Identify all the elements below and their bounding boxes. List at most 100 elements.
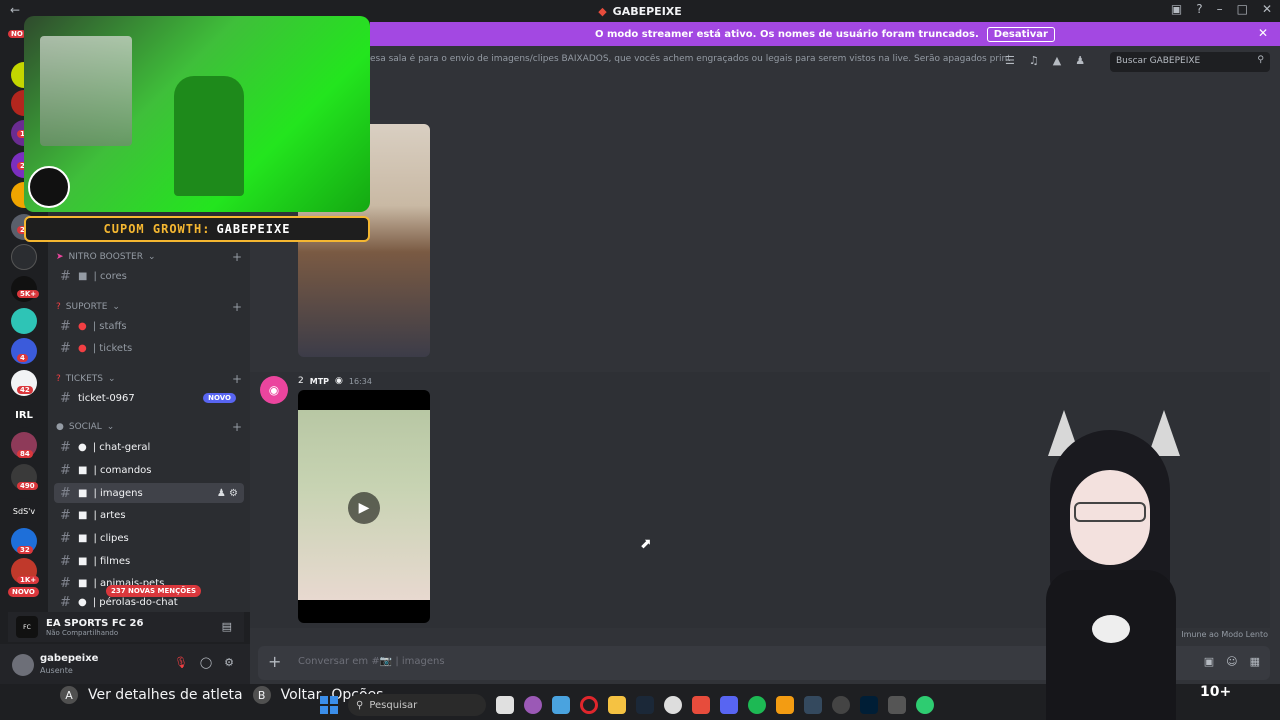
game-activity-panel[interactable]: FC EA SPORTS FC 26 Não Compartilhando ▤ bbox=[8, 612, 244, 642]
search-input[interactable]: Buscar GABEPEIXE ⚲ bbox=[1110, 52, 1270, 72]
film-icon: ■ bbox=[78, 532, 88, 544]
server-icon-sdsv[interactable]: SdS'v bbox=[11, 498, 37, 524]
emoji-icon: ■ bbox=[78, 270, 88, 282]
taskbar-search[interactable]: ⚲ Pesquisar bbox=[348, 694, 486, 716]
bell-icon[interactable]: ♫ bbox=[1029, 54, 1039, 67]
webcam-chair bbox=[174, 76, 244, 196]
folder-icon[interactable] bbox=[608, 696, 626, 714]
composer-actions: ▣ ☺ ▦ bbox=[1204, 655, 1260, 668]
screen-share-icon[interactable]: ▤ bbox=[222, 620, 232, 633]
hash-icon: # bbox=[60, 485, 71, 501]
windows-start-icon[interactable] bbox=[320, 696, 338, 714]
channel-comandos[interactable]: # ■ | comandos bbox=[54, 460, 244, 480]
notification-badge: 1K+ bbox=[17, 576, 40, 584]
discord-icon[interactable] bbox=[720, 696, 738, 714]
avatar[interactable] bbox=[12, 654, 34, 676]
steam-icon[interactable] bbox=[636, 696, 654, 714]
gear-icon[interactable]: ⚙ bbox=[229, 488, 238, 499]
notification-badge: 490 bbox=[17, 482, 38, 490]
photoshop-icon[interactable] bbox=[860, 696, 878, 714]
inbox-icon[interactable]: ▣ bbox=[1171, 2, 1182, 16]
hash-icon: # bbox=[60, 595, 71, 609]
add-channel-icon[interactable]: + bbox=[232, 250, 242, 264]
add-channel-icon[interactable]: + bbox=[232, 420, 242, 434]
app-icon[interactable] bbox=[524, 696, 542, 714]
game-info: EA SPORTS FC 26 Não Compartilhando bbox=[46, 618, 143, 637]
hint-back: Voltar bbox=[280, 687, 322, 703]
emoji-icon[interactable]: ☺ bbox=[1226, 655, 1237, 668]
speech-bubble-icon: ● bbox=[78, 441, 87, 453]
channel-clipes[interactable]: # ■ | clipes bbox=[54, 528, 244, 548]
discord-avatar[interactable]: ◉ bbox=[260, 376, 288, 404]
server-icon[interactable] bbox=[11, 308, 37, 334]
video-attachment[interactable]: ▶ bbox=[298, 390, 430, 623]
search-icon: ⚲ bbox=[1257, 55, 1264, 65]
obs-icon[interactable] bbox=[832, 696, 850, 714]
channel-topic[interactable]: esa sala é para o envio de imagens/clipe… bbox=[370, 54, 1010, 64]
play-icon[interactable]: ▶ bbox=[348, 492, 380, 524]
avatar-glasses bbox=[1074, 502, 1146, 522]
channel-tickets[interactable]: # ● | tickets bbox=[54, 338, 244, 358]
minimize-button[interactable]: – bbox=[1217, 2, 1223, 16]
channel-ticket-0967[interactable]: # ticket-0967 NOVO bbox=[54, 388, 244, 408]
headphones-icon[interactable]: ◯ bbox=[200, 656, 212, 669]
disable-streamer-mode-button[interactable]: Desativar bbox=[986, 26, 1055, 42]
opera-icon[interactable] bbox=[580, 696, 598, 714]
hash-icon: # bbox=[60, 530, 71, 546]
help-icon[interactable]: ? bbox=[1196, 2, 1202, 16]
xbox-icon[interactable] bbox=[692, 696, 710, 714]
add-channel-icon[interactable]: + bbox=[232, 300, 242, 314]
gift-icon[interactable]: ▣ bbox=[1204, 655, 1214, 668]
notification-badge: 4 bbox=[17, 354, 28, 362]
apps-icon[interactable]: ▦ bbox=[1250, 655, 1260, 668]
hash-icon: # bbox=[60, 439, 71, 455]
globe-icon[interactable] bbox=[916, 696, 934, 714]
cloud-icon[interactable] bbox=[776, 696, 794, 714]
game-name: EA SPORTS FC 26 bbox=[46, 617, 144, 629]
channel-imagens[interactable]: # ■ | imagens ♟ ⚙ bbox=[54, 483, 244, 503]
slowmode-status: Imune ao Modo Lento bbox=[1181, 630, 1268, 639]
close-window-button[interactable]: ✕ bbox=[1262, 2, 1272, 16]
category-suporte[interactable]: ? SUPORTE ⌄ + bbox=[56, 300, 242, 314]
gear-icon[interactable]: ⚙ bbox=[224, 656, 234, 669]
channel-chat-geral[interactable]: # ● | chat-geral bbox=[54, 437, 244, 457]
app-icon[interactable] bbox=[888, 696, 906, 714]
channel-cores[interactable]: # ■ | cores bbox=[54, 266, 244, 286]
pin-icon[interactable]: ▲ bbox=[1053, 54, 1061, 67]
username[interactable]: gabepeixe bbox=[40, 653, 98, 664]
channel-filmes[interactable]: # ■ | filmes bbox=[54, 551, 244, 571]
copilot-icon[interactable] bbox=[552, 696, 570, 714]
mic-muted-icon[interactable]: 🎙︎ bbox=[174, 656, 188, 669]
server-icon[interactable] bbox=[11, 244, 37, 270]
category-social[interactable]: ● SOCIAL ⌄ + bbox=[56, 420, 242, 434]
channel-artes[interactable]: # ■ | artes bbox=[54, 505, 244, 525]
close-icon[interactable]: ✕ bbox=[1258, 26, 1268, 40]
arrow-left-icon[interactable]: ← bbox=[10, 3, 20, 17]
server-icon: ◆ bbox=[598, 4, 607, 18]
category-tickets[interactable]: ? TICKETS ⌄ + bbox=[56, 372, 242, 386]
server-icon-irl[interactable]: IRL bbox=[11, 402, 37, 428]
message-input[interactable]: Conversar em #📷 | imagens bbox=[298, 656, 445, 667]
new-mentions-badge[interactable]: 237 NOVAS MENÇÕES bbox=[106, 585, 202, 597]
chevron-down-icon: ⌄ bbox=[112, 302, 120, 312]
channel-perolas-do-chat[interactable]: # ● | pérolas-do-chat bbox=[54, 595, 244, 609]
hash-icon: # bbox=[60, 390, 71, 406]
category-nitro-booster[interactable]: ➤ NITRO BOOSTER ⌄ + bbox=[56, 250, 242, 264]
hash-icon: # bbox=[60, 268, 71, 284]
file-explorer-icon[interactable] bbox=[496, 696, 514, 714]
add-attachment-icon[interactable]: + bbox=[268, 652, 281, 671]
invite-icon[interactable]: ♟ bbox=[217, 488, 226, 499]
maximize-button[interactable]: □ bbox=[1237, 2, 1248, 16]
add-channel-icon[interactable]: + bbox=[232, 372, 242, 386]
threads-icon[interactable]: ☰ bbox=[1005, 54, 1015, 67]
vtuber-avatar bbox=[1040, 410, 1190, 720]
question-icon: ? bbox=[56, 374, 61, 384]
app-icon[interactable] bbox=[664, 696, 682, 714]
message-author[interactable]: 2 bbox=[298, 376, 304, 386]
app-icon[interactable] bbox=[804, 696, 822, 714]
server-icon[interactable] bbox=[11, 276, 37, 302]
spotify-icon[interactable] bbox=[748, 696, 766, 714]
game-logo: FC bbox=[16, 616, 38, 638]
members-icon[interactable]: ♟ bbox=[1075, 54, 1085, 67]
channel-staffs[interactable]: # ● | staffs bbox=[54, 316, 244, 336]
